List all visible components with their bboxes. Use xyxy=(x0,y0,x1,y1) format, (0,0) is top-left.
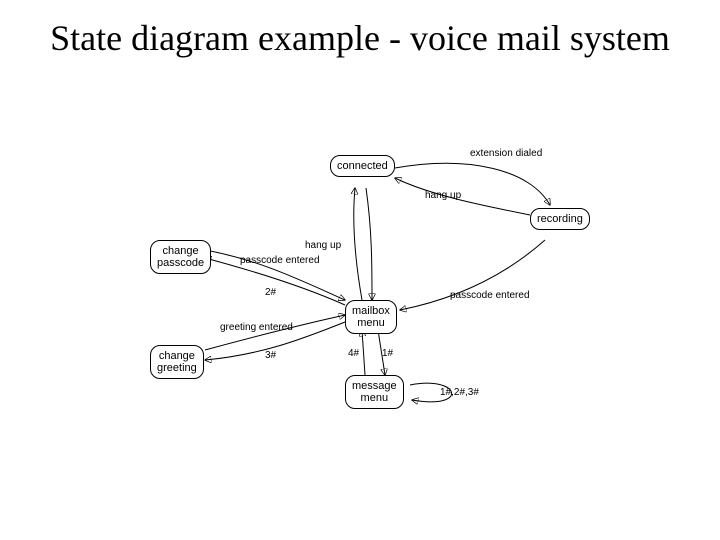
state-connected: connected xyxy=(330,155,395,177)
label-greeting-entered: greeting entered xyxy=(220,322,293,333)
label-passcode-entered-rec: passcode entered xyxy=(450,290,530,301)
state-change-passcode: change passcode xyxy=(150,240,211,274)
edges xyxy=(150,150,650,480)
label-3hash: 3# xyxy=(265,350,276,361)
label-2hash: 2# xyxy=(265,287,276,298)
slide: State diagram example - voice mail syste… xyxy=(0,0,720,540)
label-hang-up-rec: hang up xyxy=(425,190,461,201)
label-extension-dialed: extension dialed xyxy=(470,148,542,159)
label-hang-up-mailbox: hang up xyxy=(305,240,341,251)
state-recording: recording xyxy=(530,208,590,230)
state-message-menu: message menu xyxy=(345,375,404,409)
label-1hash: 1# xyxy=(382,348,393,359)
state-diagram: connected recording change passcode mail… xyxy=(150,150,650,480)
label-4hash: 4# xyxy=(348,348,359,359)
page-title: State diagram example - voice mail syste… xyxy=(0,18,720,59)
label-self-loop: 1#,2#,3# xyxy=(440,387,479,398)
state-mailbox-menu: mailbox menu xyxy=(345,300,397,334)
state-change-greeting: change greeting xyxy=(150,345,204,379)
label-passcode-entered-cp: passcode entered xyxy=(240,255,320,266)
